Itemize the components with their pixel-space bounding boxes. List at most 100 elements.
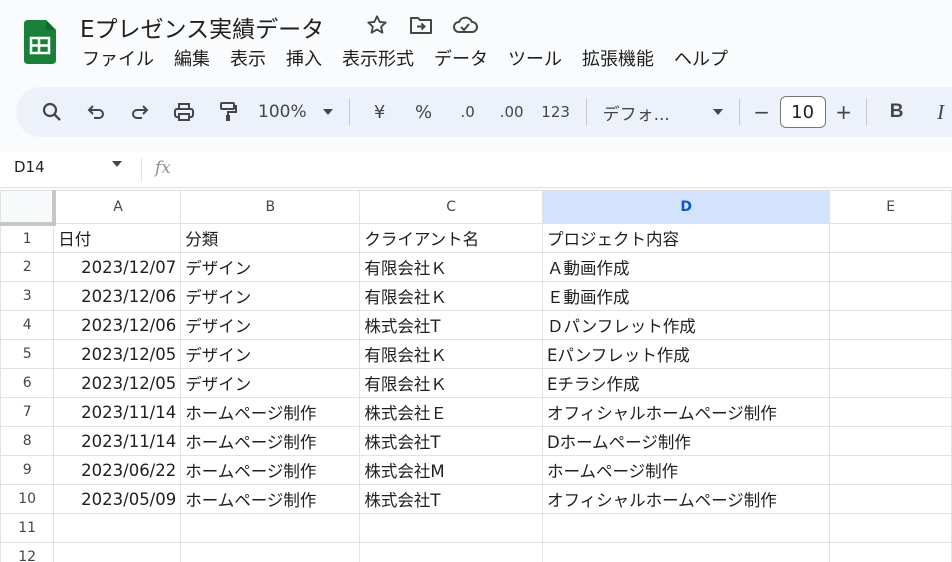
cell-d[interactable]: Ａ動画作成 [541, 252, 831, 282]
cell-e[interactable] [829, 542, 952, 562]
cell-b[interactable]: ホームページ制作 [180, 455, 361, 485]
row-header[interactable]: 1 [0, 223, 55, 253]
cell-e[interactable] [829, 484, 952, 514]
cell-c[interactable]: 有限会社Ｋ [359, 252, 543, 282]
search-menus-icon[interactable] [30, 95, 74, 129]
percent-format-button[interactable]: % [402, 95, 446, 129]
cell-d[interactable]: Ｄパンフレット作成 [541, 310, 831, 340]
cell-b[interactable]: デザイン [180, 252, 361, 282]
undo-icon[interactable] [74, 95, 118, 129]
cell-e[interactable] [829, 397, 952, 427]
increase-decimal-button[interactable]: .00 [490, 95, 534, 129]
menu-view[interactable]: 表示 [220, 46, 276, 74]
cell-b[interactable] [180, 513, 361, 543]
cell-a[interactable]: 2023/12/05 [53, 368, 182, 398]
cell-c[interactable]: 株式会社M [359, 455, 543, 485]
cell-b[interactable]: デザイン [180, 281, 361, 311]
cell-d[interactable]: プロジェクト内容 [541, 223, 831, 253]
cell-c[interactable]: クライアント名 [359, 223, 543, 253]
column-header-a[interactable]: A [53, 190, 182, 224]
cell-e[interactable] [829, 513, 952, 543]
cell-a[interactable] [53, 542, 182, 562]
cloud-saved-icon[interactable] [452, 12, 478, 38]
cell-c[interactable]: 株式会社T [359, 484, 543, 514]
star-icon[interactable] [364, 12, 390, 38]
cell-e[interactable] [829, 252, 952, 282]
cell-b[interactable]: 分類 [180, 223, 361, 253]
menu-file[interactable]: ファイル [72, 46, 164, 74]
cell-b[interactable]: ホームページ制作 [180, 484, 361, 514]
cell-b[interactable] [180, 542, 361, 562]
font-size-decrease-button[interactable]: − [748, 95, 776, 129]
cell-e[interactable] [829, 368, 952, 398]
cell-d[interactable]: Eパンフレット作成 [541, 339, 831, 369]
italic-button[interactable]: I [919, 95, 952, 129]
decrease-decimal-button[interactable]: .0 [446, 95, 490, 129]
menu-extensions[interactable]: 拡張機能 [572, 46, 664, 74]
cell-d[interactable]: オフィシャルホームページ制作 [541, 484, 831, 514]
row-header[interactable]: 9 [0, 455, 55, 485]
row-header[interactable]: 11 [0, 513, 55, 543]
cell-d[interactable]: Ｅ動画作成 [541, 281, 831, 311]
column-header-e[interactable]: E [829, 190, 952, 224]
cell-b[interactable]: ホームページ制作 [180, 426, 361, 456]
menu-insert[interactable]: 挿入 [276, 46, 332, 74]
row-header[interactable]: 2 [0, 252, 55, 282]
cell-a[interactable]: 日付 [53, 223, 182, 253]
print-icon[interactable] [162, 95, 206, 129]
row-header[interactable]: 5 [0, 339, 55, 369]
row-header[interactable]: 4 [0, 310, 55, 340]
select-all-corner[interactable] [0, 190, 56, 226]
bold-button[interactable]: B [875, 95, 919, 129]
move-folder-icon[interactable] [408, 12, 434, 38]
zoom-select[interactable]: 100% [250, 95, 341, 129]
row-header[interactable]: 7 [0, 397, 55, 427]
cell-c[interactable] [359, 513, 543, 543]
cell-c[interactable]: 株式会社Ｅ [359, 397, 543, 427]
cell-e[interactable] [829, 339, 952, 369]
cell-e[interactable] [829, 281, 952, 311]
cell-c[interactable]: 有限会社Ｋ [359, 368, 543, 398]
cell-a[interactable]: 2023/11/14 [53, 426, 182, 456]
menu-edit[interactable]: 編集 [164, 46, 220, 74]
cell-a[interactable]: 2023/12/06 [53, 281, 182, 311]
menu-help[interactable]: ヘルプ [664, 46, 738, 74]
paint-format-icon[interactable] [206, 95, 250, 129]
cell-c[interactable] [359, 542, 543, 562]
redo-icon[interactable] [118, 95, 162, 129]
row-header[interactable]: 6 [0, 368, 55, 398]
cell-a[interactable]: 2023/12/06 [53, 310, 182, 340]
cell-d[interactable] [541, 513, 831, 543]
cell-b[interactable]: ホームページ制作 [180, 397, 361, 427]
menu-data[interactable]: データ [424, 46, 498, 74]
row-header[interactable]: 8 [0, 426, 55, 456]
cell-b[interactable]: デザイン [180, 368, 361, 398]
cell-e[interactable] [829, 223, 952, 253]
row-header[interactable]: 12 [0, 542, 55, 562]
cell-c[interactable]: 株式会社T [359, 426, 543, 456]
cell-d[interactable]: Dホームページ制作 [541, 426, 831, 456]
cell-e[interactable] [829, 426, 952, 456]
cell-a[interactable]: 2023/06/22 [53, 455, 182, 485]
cell-c[interactable]: 株式会社T [359, 310, 543, 340]
cell-a[interactable]: 2023/12/05 [53, 339, 182, 369]
cell-a[interactable]: 2023/05/09 [53, 484, 182, 514]
column-header-c[interactable]: C [359, 190, 543, 224]
cell-d[interactable] [541, 542, 831, 562]
cell-b[interactable]: デザイン [180, 339, 361, 369]
cell-a[interactable]: 2023/11/14 [53, 397, 182, 427]
font-size-increase-button[interactable]: + [830, 95, 858, 129]
column-header-d[interactable]: D [541, 190, 831, 224]
row-header[interactable]: 10 [0, 484, 55, 514]
document-title[interactable]: Eプレゼンス実績データ [80, 10, 324, 44]
font-family-select[interactable]: デフォ... [595, 95, 731, 129]
cell-a[interactable]: 2023/12/07 [53, 252, 182, 282]
cell-e[interactable] [829, 455, 952, 485]
column-header-b[interactable]: B [180, 190, 361, 224]
cell-e[interactable] [829, 310, 952, 340]
row-header[interactable]: 3 [0, 281, 55, 311]
font-size-input[interactable]: 10 [779, 96, 826, 128]
currency-format-button[interactable]: ¥ [358, 95, 402, 129]
cell-a[interactable] [53, 513, 182, 543]
cell-c[interactable]: 有限会社Ｋ [359, 281, 543, 311]
